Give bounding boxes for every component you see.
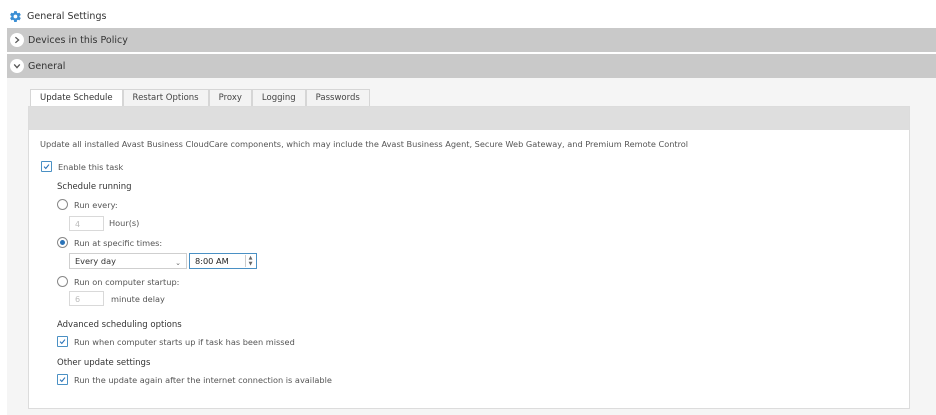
gear-icon	[9, 10, 22, 23]
update-schedule-content: Update all installed Avast Business Clou…	[28, 106, 910, 409]
time-input[interactable]: 8:00 AM ▲ ▼	[189, 253, 257, 269]
advanced-options-heading: Advanced scheduling options	[57, 320, 182, 330]
tab-update-schedule[interactable]: Update Schedule	[30, 89, 123, 107]
enable-task-label: Enable this task	[58, 161, 124, 172]
run-specific-label: Run at specific times:	[74, 237, 163, 248]
run-again-label: Run the update again after the internet …	[74, 374, 332, 385]
hours-unit-label: Hour(s)	[109, 218, 140, 228]
accordion-label: Devices in this Policy	[28, 34, 128, 46]
run-every-row: Run every:	[57, 199, 118, 210]
run-missed-row: Run when computer starts up if task has …	[57, 336, 295, 347]
tab-proxy[interactable]: Proxy	[208, 89, 252, 106]
run-again-checkbox[interactable]	[57, 374, 68, 385]
chevron-down-icon	[10, 59, 24, 73]
enable-task-row: Enable this task	[41, 161, 123, 172]
schedule-running-heading: Schedule running	[57, 182, 132, 192]
tab-passwords[interactable]: Passwords	[305, 89, 370, 106]
tab-header-band	[29, 107, 909, 130]
enable-task-checkbox[interactable]	[41, 161, 52, 172]
run-every-hours-input[interactable]: 4	[69, 216, 104, 231]
tab-restart-options[interactable]: Restart Options	[122, 89, 209, 106]
other-settings-heading: Other update settings	[57, 358, 151, 368]
tab-logging[interactable]: Logging	[251, 89, 306, 106]
accordion-general[interactable]: General	[7, 54, 936, 78]
run-startup-radio[interactable]	[57, 276, 68, 287]
general-settings-header: General Settings	[9, 8, 106, 24]
accordion-label: General	[28, 60, 66, 72]
chevron-down-icon: ⌄	[175, 259, 181, 267]
radio-selected-dot	[60, 240, 65, 245]
run-again-row: Run the update again after the internet …	[57, 374, 332, 385]
checkmark-icon	[59, 339, 66, 345]
page-title: General Settings	[27, 10, 107, 22]
spinner-down-icon[interactable]: ▼	[249, 261, 253, 267]
frequency-value: Every day	[75, 256, 116, 266]
startup-delay-input[interactable]: 6	[69, 291, 104, 306]
run-startup-row: Run on computer startup:	[57, 276, 179, 287]
run-every-label: Run every:	[74, 199, 118, 210]
chevron-right-icon	[10, 33, 24, 47]
checkmark-icon	[59, 377, 66, 383]
settings-tabs: Update Schedule Restart Options Proxy Lo…	[30, 89, 370, 107]
run-missed-label: Run when computer starts up if task has …	[74, 336, 295, 347]
time-spinner[interactable]: ▲ ▼	[245, 255, 255, 267]
run-startup-label: Run on computer startup:	[74, 276, 180, 287]
run-missed-checkbox[interactable]	[57, 336, 68, 347]
task-description: Update all installed Avast Business Clou…	[40, 139, 689, 149]
run-every-radio[interactable]	[57, 199, 68, 210]
frequency-select[interactable]: Every day ⌄	[69, 253, 187, 269]
accordion-devices-in-policy[interactable]: Devices in this Policy	[7, 28, 936, 52]
minute-delay-label: minute delay	[111, 294, 165, 304]
checkmark-icon	[43, 164, 50, 170]
time-value: 8:00 AM	[195, 256, 229, 266]
run-specific-radio[interactable]	[57, 237, 68, 248]
run-specific-row: Run at specific times:	[57, 237, 162, 248]
